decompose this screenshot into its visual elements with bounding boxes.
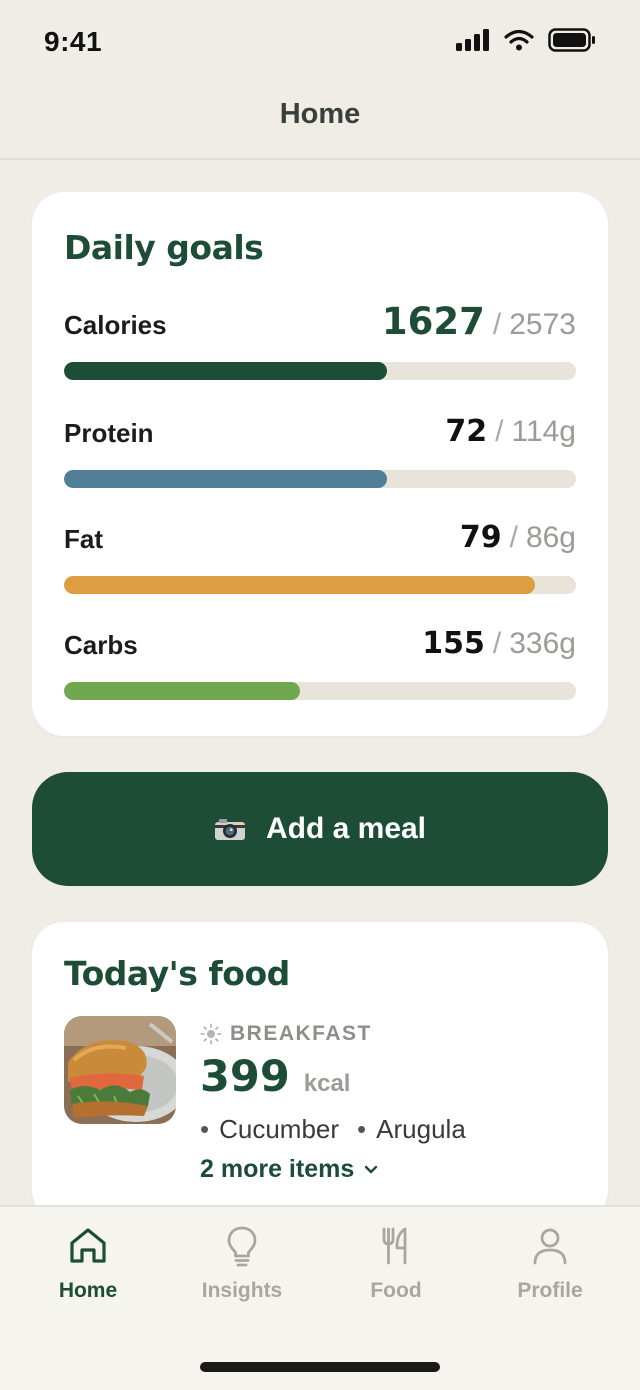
- tab-label: Profile: [517, 1279, 583, 1302]
- wifi-icon: [504, 29, 534, 51]
- meal-items: Cucumber Arugula: [200, 1114, 466, 1145]
- goal-label: Protein: [64, 418, 154, 448]
- chevron-down-icon: [365, 1165, 378, 1173]
- meal-calories: 399 kcal: [200, 1052, 350, 1102]
- sun-icon: [200, 1023, 222, 1045]
- goal-label: Carbs: [64, 630, 138, 660]
- goal-target: 2573: [509, 308, 576, 341]
- daily-goals-title: Daily goals: [64, 228, 264, 267]
- progress-fill: [64, 682, 300, 700]
- goal-current: 155: [422, 626, 485, 661]
- todays-food-card: Today's food BREAKFAST 399 kcal • Cucumb…: [32, 922, 608, 1222]
- goal-value: 79/86g: [460, 520, 576, 555]
- battery-icon: [548, 28, 595, 52]
- tab-profile[interactable]: Profile: [470, 1225, 630, 1303]
- daily-goals-card: Daily goals Calories 1627/2573 Protein 7…: [32, 192, 608, 736]
- goal-target: 114g: [511, 415, 576, 448]
- goal-current: 79: [459, 520, 502, 555]
- goal-current: 72: [445, 414, 488, 449]
- todays-food-title: Today's food: [64, 954, 290, 993]
- camera-icon: [214, 819, 245, 840]
- tab-food[interactable]: Food: [316, 1225, 476, 1303]
- goal-value: 155/336g: [422, 626, 576, 661]
- more-items-button[interactable]: 2 more items: [200, 1155, 378, 1184]
- progress-track: [64, 576, 576, 594]
- progress-fill: [64, 362, 387, 380]
- more-items-label: 2 more items: [200, 1155, 355, 1183]
- goal-label: Calories: [64, 310, 167, 340]
- home-icon: [70, 1228, 106, 1263]
- tab-label: Food: [370, 1279, 422, 1302]
- progress-track: [64, 682, 576, 700]
- meal-photo-image: [64, 1016, 176, 1124]
- status-bar: 9:41: [0, 0, 640, 84]
- meal-type-label: BREAKFAST: [230, 1022, 372, 1045]
- goal-current: 1627: [381, 300, 485, 343]
- person-icon: [533, 1228, 567, 1265]
- goal-separator: /: [492, 308, 502, 341]
- add-meal-button[interactable]: Add a meal: [32, 772, 608, 886]
- goal-separator: /: [509, 521, 518, 554]
- tab-label: Insights: [201, 1279, 283, 1302]
- cellular-signal-icon: [456, 29, 489, 51]
- page-title: Home: [279, 98, 361, 130]
- goal-target: 336g: [509, 627, 576, 660]
- goal-value: 72/114g: [445, 414, 576, 449]
- status-time: 9:41: [44, 26, 103, 57]
- meal-item: Arugula: [357, 1114, 466, 1145]
- home-indicator: [200, 1362, 440, 1372]
- goal-target: 86g: [525, 521, 576, 554]
- navigation-header: Home: [0, 84, 640, 160]
- progress-fill: [64, 576, 536, 594]
- progress-track: [64, 470, 576, 488]
- tab-label: Home: [58, 1279, 118, 1302]
- meal-kcal-value: 399: [200, 1052, 290, 1102]
- meal-kcal-unit: kcal: [303, 1070, 351, 1097]
- goal-separator: /: [495, 415, 504, 448]
- lightbulb-icon: [227, 1226, 257, 1267]
- tab-insights[interactable]: Insights: [162, 1225, 322, 1303]
- meal-photo[interactable]: [64, 1016, 176, 1124]
- goal-label: Fat: [64, 524, 103, 554]
- tab-home[interactable]: Home: [8, 1225, 168, 1303]
- meal-item: Cucumber: [200, 1114, 339, 1145]
- meal-type: BREAKFAST: [200, 1022, 372, 1046]
- status-icons: [456, 28, 596, 52]
- goal-value: 1627/2573: [382, 300, 576, 343]
- add-meal-label: Add a meal: [265, 812, 427, 845]
- progress-track: [64, 362, 576, 380]
- fork-knife-icon: [382, 1227, 407, 1265]
- progress-fill: [64, 470, 387, 488]
- goal-separator: /: [492, 627, 502, 660]
